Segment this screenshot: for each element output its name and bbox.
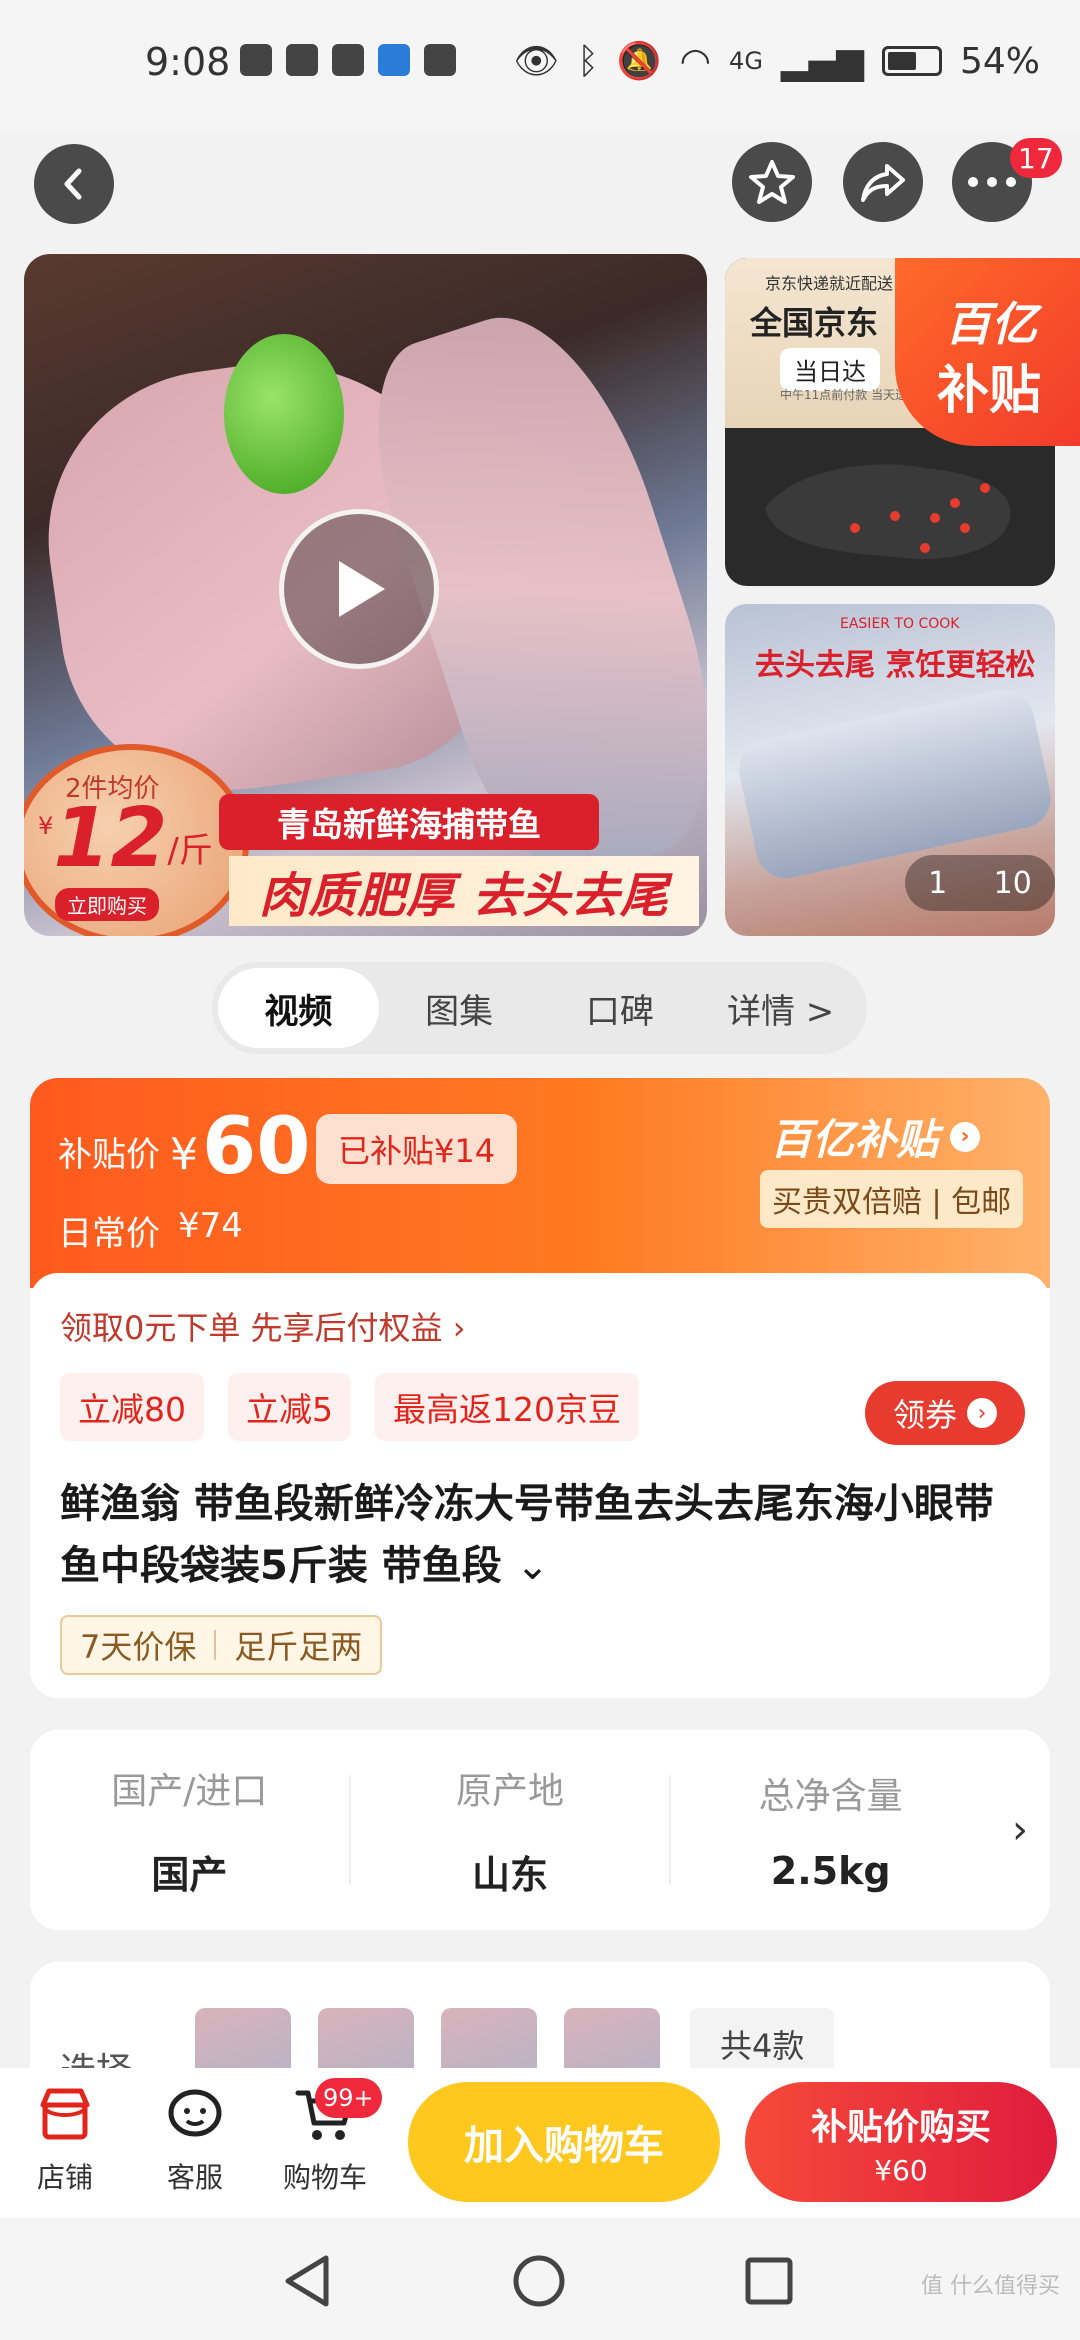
subsidy-amount-badge: 已补贴¥14	[316, 1114, 518, 1184]
customer-service-button[interactable]: 客服	[140, 2080, 250, 2196]
network-type: 4G	[729, 47, 763, 75]
cart-badge: 99+	[315, 2078, 382, 2118]
spec-row[interactable]: 国产/进口 国产 原产地 山东 总净含量 2.5kg ›	[30, 1730, 1050, 1930]
spec-net-weight: 总净含量 2.5kg	[758, 1776, 903, 1893]
battery-percent: 54%	[959, 40, 1040, 82]
chat-icon	[332, 44, 364, 76]
china-map-icon	[765, 464, 1011, 559]
play-button[interactable]	[279, 509, 439, 669]
thumb-delivery-note: 京东快递就近配送	[765, 274, 894, 293]
back-nav-icon[interactable]	[282, 2254, 332, 2308]
tab-gallery[interactable]: 图集	[379, 968, 540, 1048]
discount-chips: 立减80 立减5 最高返120京豆	[60, 1373, 639, 1441]
subsidy-tag: 百亿 补贴	[895, 258, 1080, 446]
spec-origin-place: 原产地 山东	[456, 1770, 565, 1897]
tab-video[interactable]: 视频	[218, 968, 379, 1048]
chevron-left-icon	[64, 168, 82, 200]
store-icon	[40, 2088, 90, 2140]
chevron-right-icon: ›	[950, 1121, 981, 1152]
product-slogan: 肉质肥厚 去头去尾	[229, 856, 699, 926]
system-nav-bar: 值 什么值得买	[0, 2218, 1080, 2340]
share-icon	[861, 164, 905, 202]
weather-icon	[378, 44, 410, 76]
thumb-delivery-sub: 当日达	[780, 348, 880, 391]
discount-chip[interactable]: 立减80	[60, 1373, 204, 1441]
discount-chip[interactable]: 最高返120京豆	[375, 1373, 639, 1441]
price-section: 补贴价 ¥ 60 已补贴¥14 日常价 ¥74 百亿补贴 › 买贵双倍赔 | 包…	[30, 1078, 1050, 1698]
main-product-video[interactable]: 2件均价 ¥ 12 /斤 立即购买 青岛新鲜海捕带鱼 肉质肥厚 去头去尾	[24, 254, 707, 936]
recents-nav-icon[interactable]	[744, 2256, 794, 2306]
buy-now-button[interactable]: 补贴价购买 ¥60	[745, 2082, 1057, 2202]
thumb-caption-en: EASIER TO COOK	[840, 616, 960, 632]
more-icon	[968, 177, 1016, 187]
tab-details[interactable]: 详情 >	[700, 968, 861, 1048]
content-tabs: 视频 图集 口碑 详情 >	[212, 962, 867, 1054]
eye-icon: 👁	[513, 41, 560, 82]
price-badge-value: ¥ 12 /斤	[38, 791, 213, 886]
favorite-button[interactable]	[732, 142, 812, 222]
gallery-pager: 1 10	[905, 855, 1055, 911]
tab-reviews[interactable]: 口碑	[540, 968, 701, 1048]
battery-icon	[881, 46, 942, 76]
price-header: 补贴价 ¥ 60 已补贴¥14 日常价 ¥74 百亿补贴 › 买贵双倍赔 | 包…	[30, 1078, 1050, 1288]
thumb-caption: 去头去尾 烹饪更轻松	[755, 648, 1036, 683]
mail-icon	[286, 44, 318, 76]
status-right: 👁 ᛒ 🔕 ◠ 4G ▂▄▆ 54%	[513, 40, 1040, 83]
status-bar: 9:08 👁 ᛒ 🔕 ◠ 4G ▂▄▆ 54%	[0, 0, 1080, 130]
product-title[interactable]: 鲜渔翁 带鱼段新鲜冷冻大号带鱼去头去尾东海小眼带鱼中段袋装5斤装 带鱼段 ⌄	[60, 1473, 1020, 1597]
chat-face-icon	[168, 2089, 222, 2137]
play-icon	[339, 561, 385, 617]
store-button[interactable]: 店铺	[10, 2080, 120, 2196]
daily-price: 日常价 ¥74	[58, 1206, 243, 1254]
thumb-delivery-headline: 全国京东	[750, 304, 879, 342]
back-button[interactable]	[34, 144, 114, 224]
notification-badge: 17	[1010, 138, 1062, 178]
chevron-down-icon: ⌄	[515, 1543, 550, 1589]
home-nav-icon[interactable]	[512, 2254, 566, 2308]
chevron-right-icon: ›	[967, 1398, 997, 1428]
product-tags: 7天价保 足斤足两	[60, 1615, 383, 1675]
pay-later-link[interactable]: 领取0元下单 先享后付权益 ›	[60, 1303, 466, 1349]
share-button[interactable]	[843, 142, 923, 222]
mint-leaf-image	[224, 334, 344, 494]
mute-icon: 🔕	[616, 41, 662, 82]
product-ribbon: 青岛新鲜海捕带鱼	[219, 794, 599, 850]
wifi-icon: ◠	[679, 40, 712, 82]
nfc-icon	[424, 44, 456, 76]
buy-now-label: 立即购买	[55, 888, 159, 921]
spec-origin-type: 国产/进口 国产	[111, 1770, 268, 1897]
discount-chip[interactable]: 立减5	[228, 1373, 351, 1441]
fish-image	[733, 684, 1055, 884]
star-icon	[749, 160, 795, 204]
chevron-right-icon: ›	[1012, 1807, 1029, 1853]
add-to-cart-button[interactable]: 加入购物车	[408, 2082, 720, 2202]
watermark: 值 什么值得买	[921, 2274, 1060, 2299]
notification-icons	[240, 44, 456, 76]
signal-icon: ▂▄▆	[780, 40, 864, 82]
brand-subsidy-link[interactable]: 百亿补贴 ›	[770, 1106, 981, 1167]
coupon-button[interactable]: 领券 ›	[865, 1381, 1025, 1445]
subsidy-price: 补贴价 ¥ 60	[58, 1102, 311, 1192]
offer-card: 领取0元下单 先享后付权益 › 立减80 立减5 最高返120京豆 领券 › 鲜…	[30, 1273, 1050, 1698]
bluetooth-icon: ᛒ	[577, 40, 599, 82]
penguin-icon	[240, 44, 272, 76]
status-time: 9:08	[145, 40, 231, 84]
guarantee-badge: 买贵双倍赔 | 包邮	[760, 1170, 1024, 1228]
